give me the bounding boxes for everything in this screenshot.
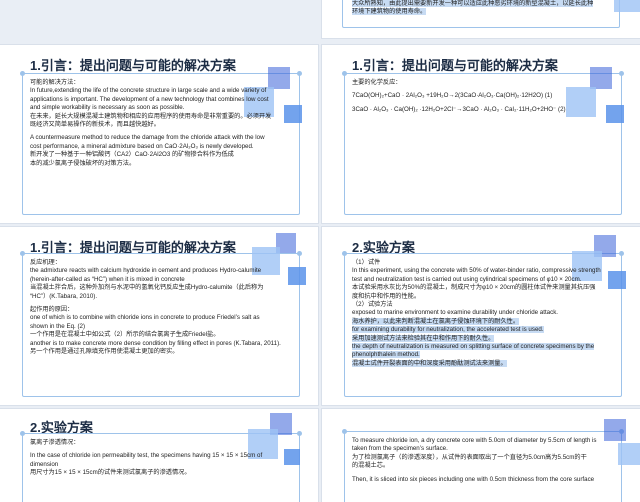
body-line: 起作用的原因： xyxy=(30,306,74,314)
slide-1[interactable]: 1.引言：提出问题与可能的解决方案 可能的解决方法： In future,exte… xyxy=(0,45,318,223)
body-line: the admixture reacts with calcium hydrox… xyxy=(30,267,262,275)
body-line: phenolphthalein method. xyxy=(352,351,420,359)
body-line: 的混凝土芯。 xyxy=(352,462,390,470)
body-line: （2）试验方法 xyxy=(352,301,393,309)
body-line: 采用加速测试方法来检验其在中和作用下的耐久性。 xyxy=(352,334,495,342)
body-line: 新开发了一种基于一种铝酸钙（CA2）CaO·2Al2O3 的矿物掺合料作为低成 xyxy=(30,151,234,159)
body-line: In future,extending the life of the conc… xyxy=(30,87,267,95)
body-line: 一个作用是在混凝土中如公式（2）所示的结合氯离子生成Friedel盐。 xyxy=(30,331,220,339)
decor-square xyxy=(614,0,640,12)
body-line: one of which is to combine with chloride… xyxy=(30,314,260,322)
body-line: 海水养护，以此来判断混凝土在氯离子侵蚀环境下的耐久性。 xyxy=(352,317,520,325)
body-line: “HC”）(K.Tabara, 2010). xyxy=(30,292,98,300)
body-line: 度和抗中和作用的性能。 xyxy=(352,292,421,300)
body-line: another is to make concrete more dense c… xyxy=(30,339,281,347)
body-line: (herein-after-called as “HC”) when it is… xyxy=(30,275,185,283)
slide-3[interactable]: 1.引言：提出问题与可能的解决方案 反应机理： the admixture rea… xyxy=(0,227,318,405)
slide-body: To measure chloride ion, a dry concrete … xyxy=(352,437,616,484)
body-line: 另一个作用是通过孔隙填充作用使混凝土更加的密实。 xyxy=(30,348,179,356)
body-line: 本的减少氯离子侵蚀破坏的对策方法。 xyxy=(30,159,136,167)
body-line: 环境下建筑物的使用寿命。 xyxy=(352,8,427,16)
slide-body: 可能的解决方法： In future,extending the life of … xyxy=(30,79,294,168)
body-line: 用尺寸为15 × 15 × 15cm的试件来测试氯离子的渗透情况。 xyxy=(30,469,191,477)
body-line: 为了检测氯离子（的渗透深度），从试件的表面取出了一个直径为5.0cm高为5.5c… xyxy=(352,453,587,461)
body-line: applications is important. The developme… xyxy=(30,95,269,103)
body-line: （1）试件 xyxy=(352,259,381,266)
body-line: In the case of chloride ion permeability… xyxy=(30,452,263,460)
slide-body: 氯离子渗透情况： In the case of chloride ion perm… xyxy=(30,439,294,478)
body-line: 本试验采用水灰比为50%的混凝土，制成尺寸为φ10 × 20cm的圆柱体试件来测… xyxy=(352,284,596,292)
body-line: for examining durability for neutralizat… xyxy=(352,326,544,334)
slide-4[interactable]: 2.实验方案 （1）试件 In this experiment, using th… xyxy=(322,227,640,405)
body-line: the depth of neutralization is measured … xyxy=(352,343,595,351)
body-line: exposed to marine environment to examine… xyxy=(352,309,559,317)
body-line: dimension xyxy=(30,460,59,468)
slide-6[interactable]: To measure chloride ion, a dry concrete … xyxy=(322,409,640,502)
body-line: 7CaO(OH)₂+CaO · 2Al₂O₃ +19H₂O→2(3CaO·Al₂… xyxy=(352,92,553,100)
body-line: In this experiment, using the concrete w… xyxy=(352,267,601,275)
body-line: 混凝土试件开裂表面的中和深度采用酚酞测试法来测量。 xyxy=(352,359,507,367)
slide-title: 1.引言：提出问题与可能的解决方案 xyxy=(30,58,236,73)
body-line: test and neutralization test is carried … xyxy=(352,275,582,283)
body-line: shown in the Eq. (2) xyxy=(30,322,86,330)
body-line: and simple workability is necessary as s… xyxy=(30,104,185,112)
body-line: 当混凝土拌合后，这种外加剂与水泥中的氢氧化钙反应生成Hydro-calumite… xyxy=(30,284,264,292)
body-line: 反应机理： xyxy=(30,259,61,266)
body-line: 既经济又简单易操作的新技术，而且越快越好。 xyxy=(30,121,160,129)
slide-body: （1）试件 In this experiment, using the concr… xyxy=(352,259,616,368)
body-line: To measure chloride ion, a dry concrete … xyxy=(352,437,597,444)
body-line: 3CaO · Al₂O₃ · Ca(OH)₂ ·12H₂O+2Cl⁻→3CaO … xyxy=(352,105,566,113)
body-line: 主要的化学反应： xyxy=(352,79,402,86)
body-line: 氯离子渗透情况： xyxy=(30,439,80,446)
slide-title: 1.引言：提出问题与可能的解决方案 xyxy=(352,58,558,73)
body-line: cost performance, a mineral admixture ba… xyxy=(30,142,254,150)
slide-body: 大众所熟知，由此提出需要新开发一种可以适应此种恶劣环境的新型混凝土，以延长此种环… xyxy=(352,0,616,17)
decor-square xyxy=(618,443,640,465)
body-line: Then, it is sliced into six pieces inclu… xyxy=(352,475,595,483)
body-line: 可能的解决方法： xyxy=(30,79,80,86)
slide-body: 反应机理： the admixture reacts with calcium h… xyxy=(30,259,294,356)
body-line: 在未来，延长大规模混凝土建筑物和相应的应用程序的使用寿命是非常重要的。必须开发 xyxy=(30,112,272,120)
body-line: A countermeasure method to reduce the da… xyxy=(30,134,265,142)
slide-5[interactable]: 2.实验方案 氯离子渗透情况： In the case of chloride i… xyxy=(0,409,318,502)
body-line: taken from the specimen’s surface. xyxy=(352,445,448,453)
slide-2[interactable]: 1.引言：提出问题与可能的解决方案 主要的化学反应： 7CaO(OH)₂+CaO … xyxy=(322,45,640,223)
slide-body: 主要的化学反应： 7CaO(OH)₂+CaO · 2Al₂O₃ +19H₂O→2(… xyxy=(352,79,616,114)
slide-0[interactable]: 大众所熟知，由此提出需要新开发一种可以适应此种恶劣环境的新型混凝土，以延长此种环… xyxy=(322,0,640,38)
